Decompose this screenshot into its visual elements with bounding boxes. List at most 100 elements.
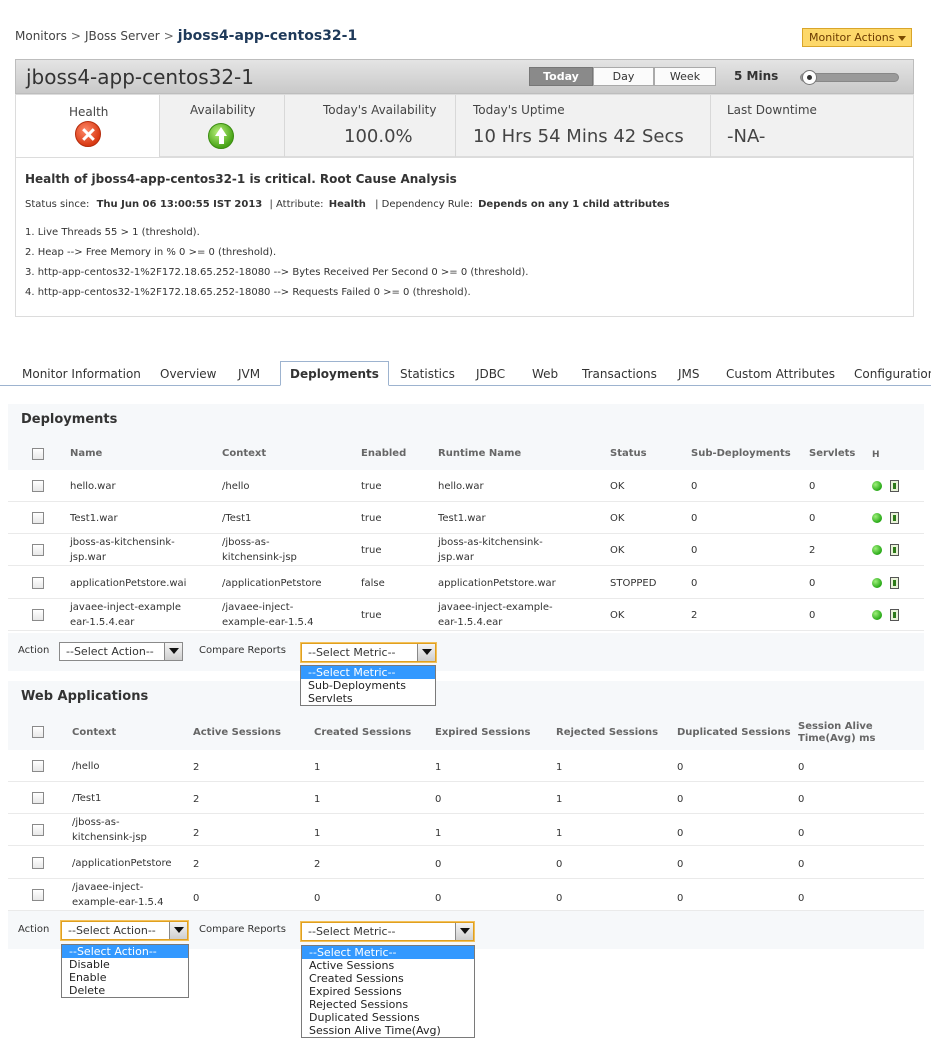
dropdown-option[interactable]: Disable (62, 958, 188, 971)
select-all-checkbox[interactable] (32, 448, 44, 460)
webapps-action-select[interactable]: --Select Action-- (61, 921, 188, 940)
health-ok-icon[interactable] (872, 610, 882, 620)
manage-icon[interactable] (890, 512, 899, 524)
last-downtime-cell: Last Downtime -NA- (711, 95, 914, 157)
compare-reports-label: Compare Reports (199, 924, 286, 935)
rca-line: 3. http-app-centos32-1%2F172.18.65.252-1… (25, 267, 529, 278)
row-checkbox[interactable] (32, 512, 44, 524)
health-ok-icon[interactable] (872, 578, 882, 588)
health-critical-icon[interactable] (75, 121, 101, 147)
tab-statistics[interactable]: Statistics (400, 367, 455, 381)
col-duplicated-sessions[interactable]: Duplicated Sessions (677, 727, 791, 738)
deployments-action-bar: Action --Select Action-- Compare Reports… (8, 633, 924, 671)
webapp-expired: 1 (435, 828, 442, 839)
row-checkbox[interactable] (32, 760, 44, 772)
manage-icon[interactable] (890, 544, 899, 556)
monitor-actions-button[interactable]: Monitor Actions (802, 28, 912, 47)
dropdown-option[interactable]: Delete (62, 984, 188, 997)
col-runtime-name[interactable]: Runtime Name (438, 448, 521, 459)
webapp-active: 2 (193, 794, 200, 805)
dropdown-option[interactable]: Rejected Sessions (302, 998, 474, 1011)
deployment-name-line: ear-1.5.4.ear (70, 617, 135, 628)
deployment-status: OK (610, 610, 625, 621)
breadcrumb-monitors-link[interactable]: Monitors (15, 29, 67, 43)
deployment-enabled: false (361, 578, 385, 589)
deployment-name: Test1.war (70, 511, 118, 526)
tab-jdbc[interactable]: JDBC (476, 367, 505, 381)
tab-monitor-information[interactable]: Monitor Information (22, 367, 141, 381)
dropdown-arrow-icon (417, 644, 435, 661)
dropdown-option[interactable]: Sub-Deployments (301, 679, 435, 692)
dropdown-option[interactable]: Expired Sessions (302, 985, 474, 998)
tab-web[interactable]: Web (532, 367, 558, 381)
col-servlets[interactable]: Servlets (809, 448, 855, 459)
col-context[interactable]: Context (222, 448, 266, 459)
availability-up-icon[interactable] (208, 123, 234, 149)
health-ok-icon[interactable] (872, 513, 882, 523)
root-cause-panel: Health of jboss4-app-centos32-1 is criti… (15, 157, 914, 317)
webapp-context: /jboss-as-kitchensink-jsp (72, 815, 147, 845)
table-row: /hello 2 1 1 1 0 0 (8, 750, 924, 782)
col-enabled[interactable]: Enabled (361, 448, 406, 459)
tab-custom-attributes[interactable]: Custom Attributes (726, 367, 835, 381)
webapps-heading: Web Applications (21, 689, 149, 704)
range-day-button[interactable]: Day (593, 67, 654, 86)
col-context[interactable]: Context (72, 727, 116, 738)
range-today-button[interactable]: Today (529, 67, 593, 86)
range-week-button[interactable]: Week (654, 67, 716, 86)
col-name[interactable]: Name (70, 448, 102, 459)
rca-title: Health of jboss4-app-centos32-1 is criti… (25, 172, 457, 186)
row-checkbox[interactable] (32, 889, 44, 901)
deployment-status: OK (610, 545, 625, 556)
row-checkbox[interactable] (32, 857, 44, 869)
tab-jms[interactable]: JMS (678, 367, 700, 381)
action-label: Action (18, 924, 50, 935)
dropdown-option[interactable]: --Select Metric-- (302, 946, 474, 959)
interval-slider-handle[interactable] (802, 70, 817, 85)
tab-overview[interactable]: Overview (160, 367, 217, 381)
deployment-sub-deployments: 0 (691, 578, 698, 589)
last-downtime-value: -NA- (727, 126, 766, 147)
tab-jvm[interactable]: JVM (238, 367, 260, 381)
tab-transactions[interactable]: Transactions (582, 367, 657, 381)
dropdown-option[interactable]: --Select Action-- (62, 945, 188, 958)
dropdown-option[interactable]: Duplicated Sessions (302, 1011, 474, 1024)
select-all-checkbox[interactable] (32, 726, 44, 738)
tab-deployments[interactable]: Deployments (280, 361, 389, 386)
col-status[interactable]: Status (610, 448, 647, 459)
manage-icon[interactable] (890, 577, 899, 589)
dropdown-option[interactable]: --Select Metric-- (301, 666, 435, 679)
row-checkbox[interactable] (32, 824, 44, 836)
col-expired-sessions[interactable]: Expired Sessions (435, 727, 530, 738)
breadcrumb-jboss-server-link[interactable]: JBoss Server (85, 29, 160, 43)
row-checkbox[interactable] (32, 480, 44, 492)
deployments-metric-select[interactable]: --Select Metric-- (301, 643, 436, 662)
tab-configuration[interactable]: Configuration (854, 367, 931, 381)
deployment-enabled: true (361, 610, 382, 621)
health-ok-icon[interactable] (872, 545, 882, 555)
row-checkbox[interactable] (32, 609, 44, 621)
webapp-alive: 0 (798, 828, 805, 839)
webapp-context-line: /javaee-inject- (72, 882, 144, 893)
col-active-sessions[interactable]: Active Sessions (193, 727, 281, 738)
tab-bar: Monitor Information Overview JVM Deploym… (0, 361, 931, 386)
dropdown-option[interactable]: Servlets (301, 692, 435, 705)
dropdown-option[interactable]: Active Sessions (302, 959, 474, 972)
dropdown-option[interactable]: Session Alive Time(Avg) (302, 1024, 474, 1037)
deployments-action-select[interactable]: --Select Action-- (59, 642, 183, 661)
manage-icon[interactable] (890, 480, 899, 492)
deployment-runtime-name-line: javaee-inject-example- (438, 602, 553, 613)
col-created-sessions[interactable]: Created Sessions (314, 727, 411, 738)
row-checkbox[interactable] (32, 544, 44, 556)
dropdown-option[interactable]: Created Sessions (302, 972, 474, 985)
col-session-alive-time[interactable]: Session Alive Time(Avg) ms (798, 721, 876, 745)
col-sub-deployments[interactable]: Sub-Deployments (691, 448, 791, 459)
webapps-metric-select[interactable]: --Select Metric-- (301, 922, 474, 941)
row-checkbox[interactable] (32, 792, 44, 804)
manage-icon[interactable] (890, 609, 899, 621)
dropdown-option[interactable]: Enable (62, 971, 188, 984)
webapp-context: /Test1 (72, 791, 101, 806)
col-rejected-sessions[interactable]: Rejected Sessions (556, 727, 658, 738)
row-checkbox[interactable] (32, 577, 44, 589)
health-ok-icon[interactable] (872, 481, 882, 491)
